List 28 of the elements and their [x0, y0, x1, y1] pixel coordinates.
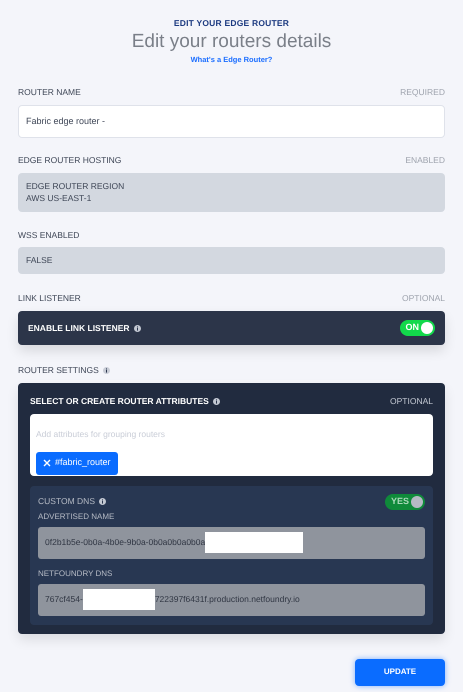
- page-title: Edit your routers details: [132, 30, 332, 54]
- info-icon: [134, 324, 141, 332]
- info-icon: [102, 366, 110, 374]
- close-icon[interactable]: [43, 459, 51, 467]
- update-button[interactable]: UPDATE: [355, 658, 445, 686]
- dns-field: 767cf454- 722397f6431f.production.netfoundry.io: [38, 584, 425, 616]
- field-label: WSS ENABLED: [18, 228, 80, 242]
- field-label: EDGE ROUTER HOSTING: [18, 154, 122, 166]
- custom-dns-label: CUSTOM DNS: [38, 495, 106, 508]
- toggle-label: ENABLE LINK LISTENER: [28, 322, 141, 334]
- attribute-tag[interactable]: #fabric_router: [36, 452, 118, 474]
- field-note: ENABLED: [405, 154, 445, 166]
- field-label: ADVERTISED NAME: [38, 510, 116, 522]
- attributes-label: SELECT OR CREATE ROUTER ATTRIBUTES: [30, 394, 220, 408]
- hosting-field: EDGE ROUTER REGION AWS US-EAST-1: [18, 172, 445, 212]
- info-icon: [99, 498, 106, 505]
- info-icon: [212, 398, 220, 405]
- field-label: LINK LISTENER: [18, 292, 81, 305]
- wss-field: FALSE: [18, 247, 445, 274]
- page-eyebrow: EDIT YOUR EDGE ROUTER: [174, 17, 290, 30]
- field-label: ROUTER NAME: [18, 86, 81, 99]
- field-label: NETFOUNDRY DNS: [38, 568, 114, 580]
- field-note: OPTIONAL: [402, 292, 445, 305]
- router-name-input[interactable]: Fabric edge router -: [18, 104, 445, 138]
- dns-field: 0f2b1b5e-0b0a-4b0e-9b0a-0b0a0b0a0b0a: [38, 526, 425, 558]
- field-note: REQUIRED: [400, 86, 445, 99]
- field-note: OPTIONAL: [390, 394, 433, 408]
- field-label: ROUTER SETTINGS: [18, 364, 99, 377]
